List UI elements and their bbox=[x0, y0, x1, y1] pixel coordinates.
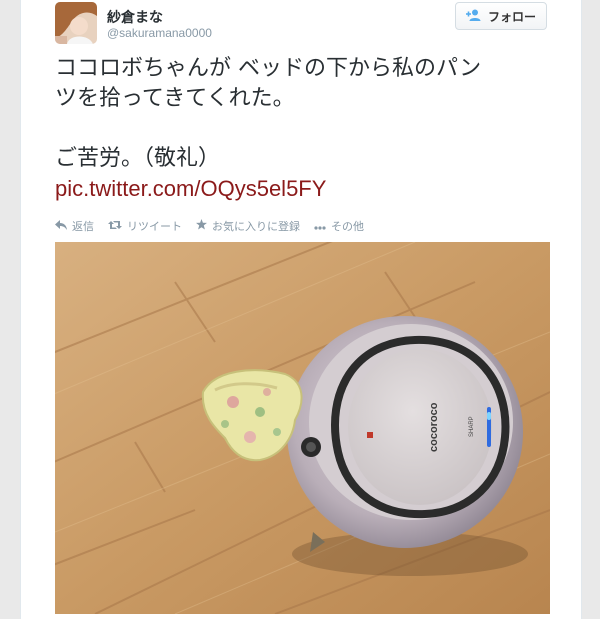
tweet-text-line: ご苦労。（敬礼） bbox=[55, 146, 221, 171]
media-link[interactable]: pic.twitter.com/OQys5el5FY bbox=[55, 176, 326, 202]
photo-robot-vacuum-image: cocoroco SHARP bbox=[55, 242, 550, 614]
follow-label: フォロー bbox=[487, 9, 536, 24]
svg-text:SHARP: SHARP bbox=[469, 416, 475, 437]
follow-button[interactable]: フォロー bbox=[455, 2, 547, 30]
tweet-text: ココロボちゃんが ベッドの下から私のパン ツを拾ってきてくれた。 ご苦労。（敬礼… bbox=[55, 54, 555, 174]
tweet-photo[interactable]: cocoroco SHARP bbox=[55, 242, 550, 614]
ellipsis-icon bbox=[314, 220, 326, 233]
retweet-icon bbox=[108, 220, 122, 233]
more-label: その他 bbox=[331, 220, 364, 233]
tweet-actions: 返信 リツイート お気に入りに登録 その他 bbox=[55, 218, 364, 234]
reply-icon bbox=[55, 219, 67, 233]
svg-text:cocoroco: cocoroco bbox=[428, 402, 440, 452]
follow-person-plus-icon bbox=[465, 9, 482, 24]
tweet-text-line: ツを拾ってきてくれた。 bbox=[55, 86, 295, 111]
tweet-card: 紗倉まな @sakuramana0000 フォロー ココロボちゃんが ベッドの下… bbox=[20, 0, 582, 619]
tweet-text-line: ココロボちゃんが ベッドの下から私のパン bbox=[55, 56, 482, 81]
reply-button[interactable]: 返信 bbox=[55, 218, 94, 234]
favorite-button[interactable]: お気に入りに登録 bbox=[196, 218, 300, 234]
user-handle[interactable]: @sakuramana0000 bbox=[107, 26, 212, 40]
star-icon bbox=[196, 219, 207, 233]
tweet-text-line bbox=[55, 114, 555, 144]
retweet-button[interactable]: リツイート bbox=[108, 218, 182, 234]
more-button[interactable]: その他 bbox=[314, 218, 364, 234]
reply-label: 返信 bbox=[72, 220, 94, 233]
avatar[interactable] bbox=[55, 2, 97, 44]
display-name[interactable]: 紗倉まな bbox=[107, 7, 163, 27]
retweet-label: リツイート bbox=[127, 220, 182, 233]
favorite-label: お気に入りに登録 bbox=[212, 220, 300, 233]
